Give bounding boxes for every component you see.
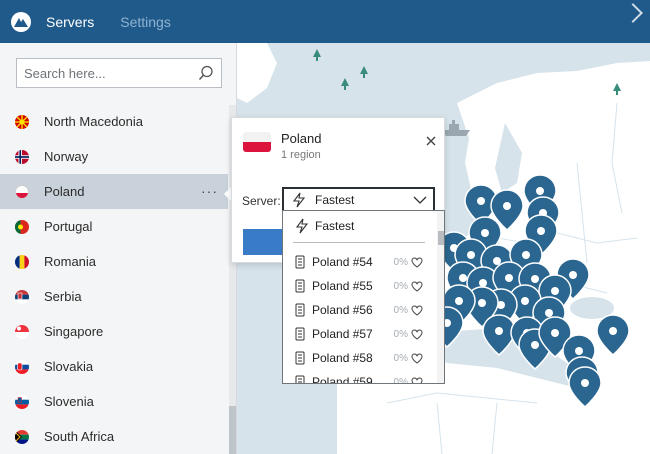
country-name: Serbia — [44, 289, 82, 304]
popup-title: Poland — [281, 131, 322, 146]
dropdown-scrollbar-thumb[interactable] — [438, 231, 444, 245]
country-item-romania[interactable]: Romania — [0, 244, 228, 279]
server-load: 0% — [393, 304, 408, 316]
server-dropdown[interactable]: Fastest Poland #54 0% Poland #55 0% Pola… — [282, 210, 445, 384]
flag-icon — [15, 359, 29, 374]
flag-icon — [15, 429, 29, 444]
heart-icon[interactable] — [411, 376, 423, 385]
dropdown-divider — [293, 242, 425, 243]
country-name: Poland — [44, 184, 85, 199]
country-name: Romania — [44, 254, 97, 269]
flag-icon — [15, 114, 29, 129]
lightning-icon — [292, 192, 306, 208]
country-item-singapore[interactable]: Singapore — [0, 314, 228, 349]
chevron-down-icon[interactable] — [413, 195, 427, 205]
flag-icon — [15, 254, 29, 269]
lightning-icon — [295, 218, 309, 234]
server-name: Poland #54 — [312, 255, 373, 269]
heart-icon[interactable] — [411, 304, 423, 316]
dropdown-option-server[interactable]: Poland #55 0% — [283, 274, 433, 298]
dropdown-option-server[interactable]: Poland #58 0% — [283, 346, 433, 370]
country-name: North Macedonia — [44, 114, 143, 129]
sidebar-scrollbar-thumb[interactable] — [229, 406, 236, 454]
dropdown-option-server[interactable]: Poland #57 0% — [283, 322, 433, 346]
heart-icon[interactable] — [411, 280, 423, 292]
flag-icon — [15, 394, 29, 409]
search-icon[interactable] — [198, 65, 214, 81]
tab-servers[interactable]: Servers — [42, 14, 94, 30]
country-item-slovakia[interactable]: Slovakia — [0, 349, 228, 384]
server-icon — [295, 327, 305, 341]
server-name: Poland #56 — [312, 303, 373, 317]
country-name: Slovenia — [44, 394, 94, 409]
server-load: 0% — [393, 256, 408, 268]
country-name: South Africa — [44, 429, 115, 444]
server-load: 0% — [393, 328, 408, 340]
server-icon — [295, 375, 305, 383]
server-name: Poland #59 — [312, 375, 373, 384]
heart-icon[interactable] — [411, 352, 423, 364]
close-icon[interactable] — [426, 136, 436, 146]
dropdown-option-server[interactable]: Poland #56 0% — [283, 298, 433, 322]
server-name: Poland #58 — [312, 351, 373, 365]
country-name: Slovakia — [44, 359, 94, 374]
selected-server-value: Fastest — [315, 193, 355, 207]
server-icon — [295, 351, 305, 365]
server-icon — [295, 255, 305, 269]
server-name: Poland #57 — [312, 327, 373, 341]
nordvpn-logo-icon — [0, 0, 42, 43]
country-item-serbia[interactable]: Serbia — [0, 279, 228, 314]
dropdown-option-fastest[interactable]: Fastest — [295, 218, 354, 234]
country-name: Norway — [44, 149, 89, 164]
search-box[interactable] — [16, 58, 222, 88]
server-label: Server: — [242, 194, 281, 208]
country-item-south-africa[interactable]: South Africa — [0, 419, 228, 454]
connect-button[interactable] — [243, 229, 285, 255]
top-bar: Servers Settings — [0, 0, 650, 43]
country-item-norway[interactable]: Norway — [0, 139, 228, 174]
server-icon — [295, 303, 305, 317]
poland-flag-icon — [243, 132, 271, 152]
sidebar: North Macedonia Norway Poland ··· Portug… — [0, 43, 237, 454]
dropdown-option-server[interactable]: Poland #54 0% — [283, 250, 433, 274]
option-label: Fastest — [315, 219, 355, 233]
chevron-icon[interactable] — [623, 3, 643, 23]
dropdown-option-server[interactable]: Poland #59 0% — [283, 370, 433, 385]
flag-icon — [15, 149, 29, 164]
tab-settings[interactable]: Settings — [116, 14, 171, 30]
search-input[interactable] — [17, 59, 187, 87]
server-name: Poland #55 — [312, 279, 373, 293]
more-options-icon[interactable]: ··· — [201, 183, 218, 199]
country-item-poland[interactable]: Poland ··· — [0, 174, 228, 209]
flag-icon — [15, 184, 29, 199]
flag-icon — [15, 219, 29, 234]
server-load: 0% — [393, 376, 408, 384]
country-item-portugal[interactable]: Portugal — [0, 209, 228, 244]
server-icon — [295, 279, 305, 293]
country-item-slovenia[interactable]: Slovenia — [0, 384, 228, 419]
heart-icon[interactable] — [411, 328, 423, 340]
country-item-north-macedonia[interactable]: North Macedonia — [0, 104, 228, 139]
flag-icon — [15, 289, 29, 304]
heart-icon[interactable] — [411, 256, 423, 268]
popup-subtitle: 1 region — [281, 149, 321, 161]
country-name: Singapore — [44, 324, 104, 339]
server-load: 0% — [393, 280, 408, 292]
country-name: Portugal — [44, 219, 93, 234]
server-load: 0% — [393, 352, 408, 364]
flag-icon — [15, 324, 29, 339]
